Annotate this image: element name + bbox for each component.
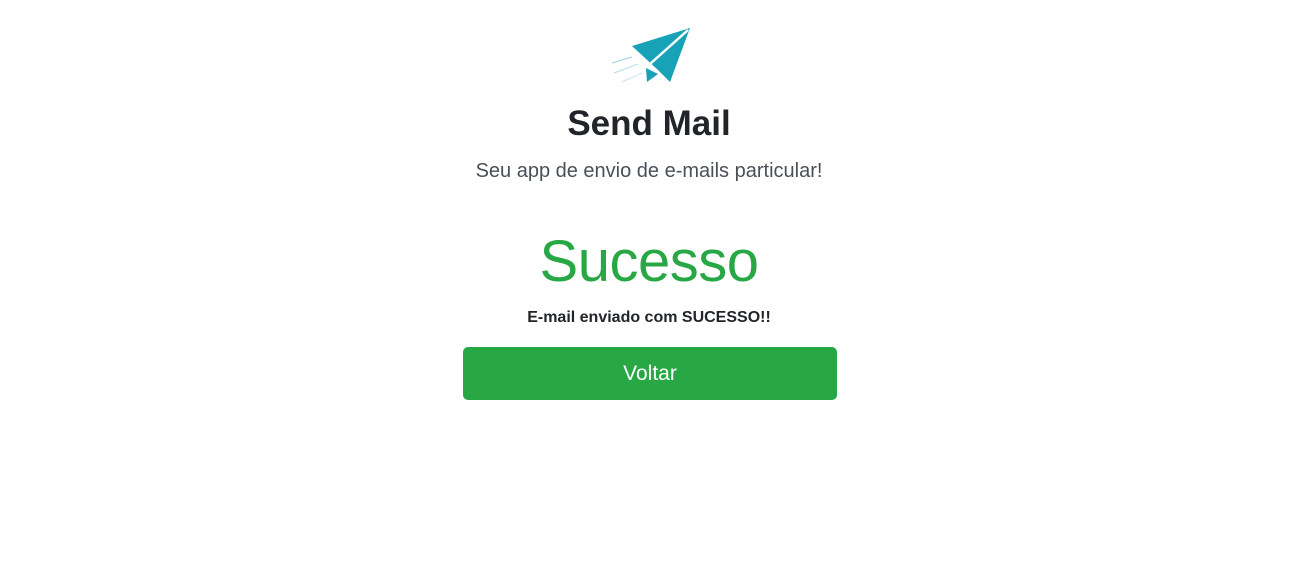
app-title: Send Mail — [567, 104, 731, 143]
app-subtitle: Seu app de envio de e-mails particular! — [475, 160, 823, 182]
paper-plane-icon — [608, 26, 692, 84]
success-message: E-mail enviado com SUCESSO!! — [527, 309, 771, 326]
back-button[interactable]: Voltar — [463, 347, 837, 400]
page: Send Mail Seu app de envio de e-mails pa… — [0, 0, 1298, 588]
success-heading: Sucesso — [539, 229, 759, 294]
